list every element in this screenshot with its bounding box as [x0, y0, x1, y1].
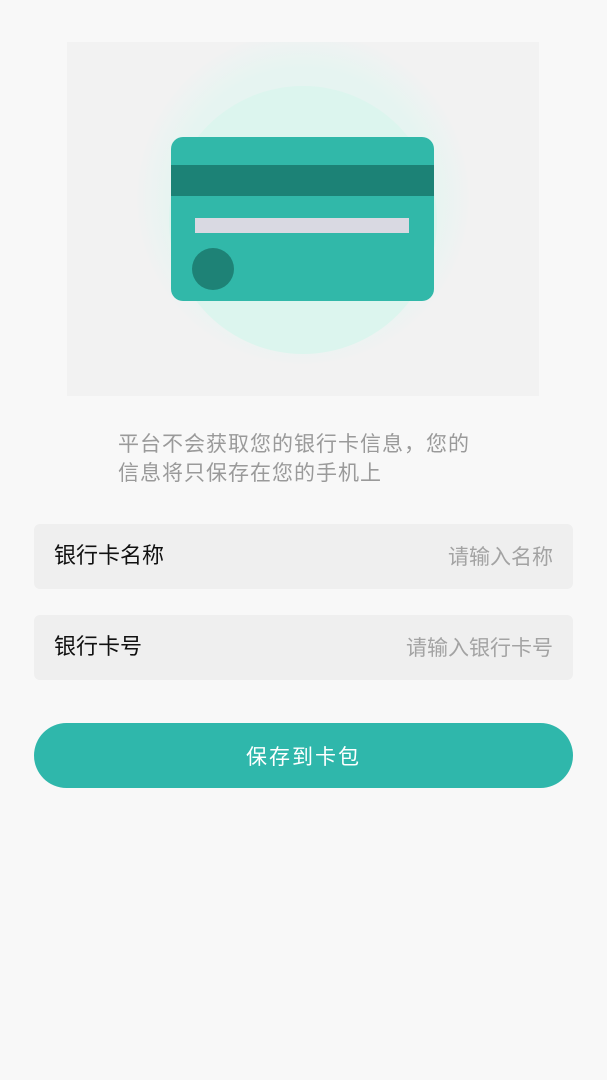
bank-name-label: 银行卡名称: [54, 544, 165, 569]
card-number-label: 银行卡号: [54, 635, 143, 660]
card-magnetic-stripe: [171, 165, 434, 196]
bank-name-field[interactable]: 银行卡名称: [34, 524, 573, 589]
hero-illustration: [67, 42, 539, 396]
card-number-field[interactable]: 银行卡号: [34, 615, 573, 680]
card-number-input[interactable]: [313, 615, 553, 680]
privacy-notice: 平台不会获取您的银行卡信息，您的信息将只保存在您的手机上: [118, 432, 470, 485]
bank-card-icon: [171, 137, 434, 301]
save-to-wallet-button[interactable]: 保存到卡包: [34, 723, 573, 788]
bank-name-input[interactable]: [313, 524, 553, 589]
card-chip-circle: [192, 248, 234, 290]
add-bank-card-page: 平台不会获取您的银行卡信息，您的信息将只保存在您的手机上 银行卡名称 银行卡号 …: [0, 0, 607, 1080]
card-signature-bar: [195, 218, 409, 233]
